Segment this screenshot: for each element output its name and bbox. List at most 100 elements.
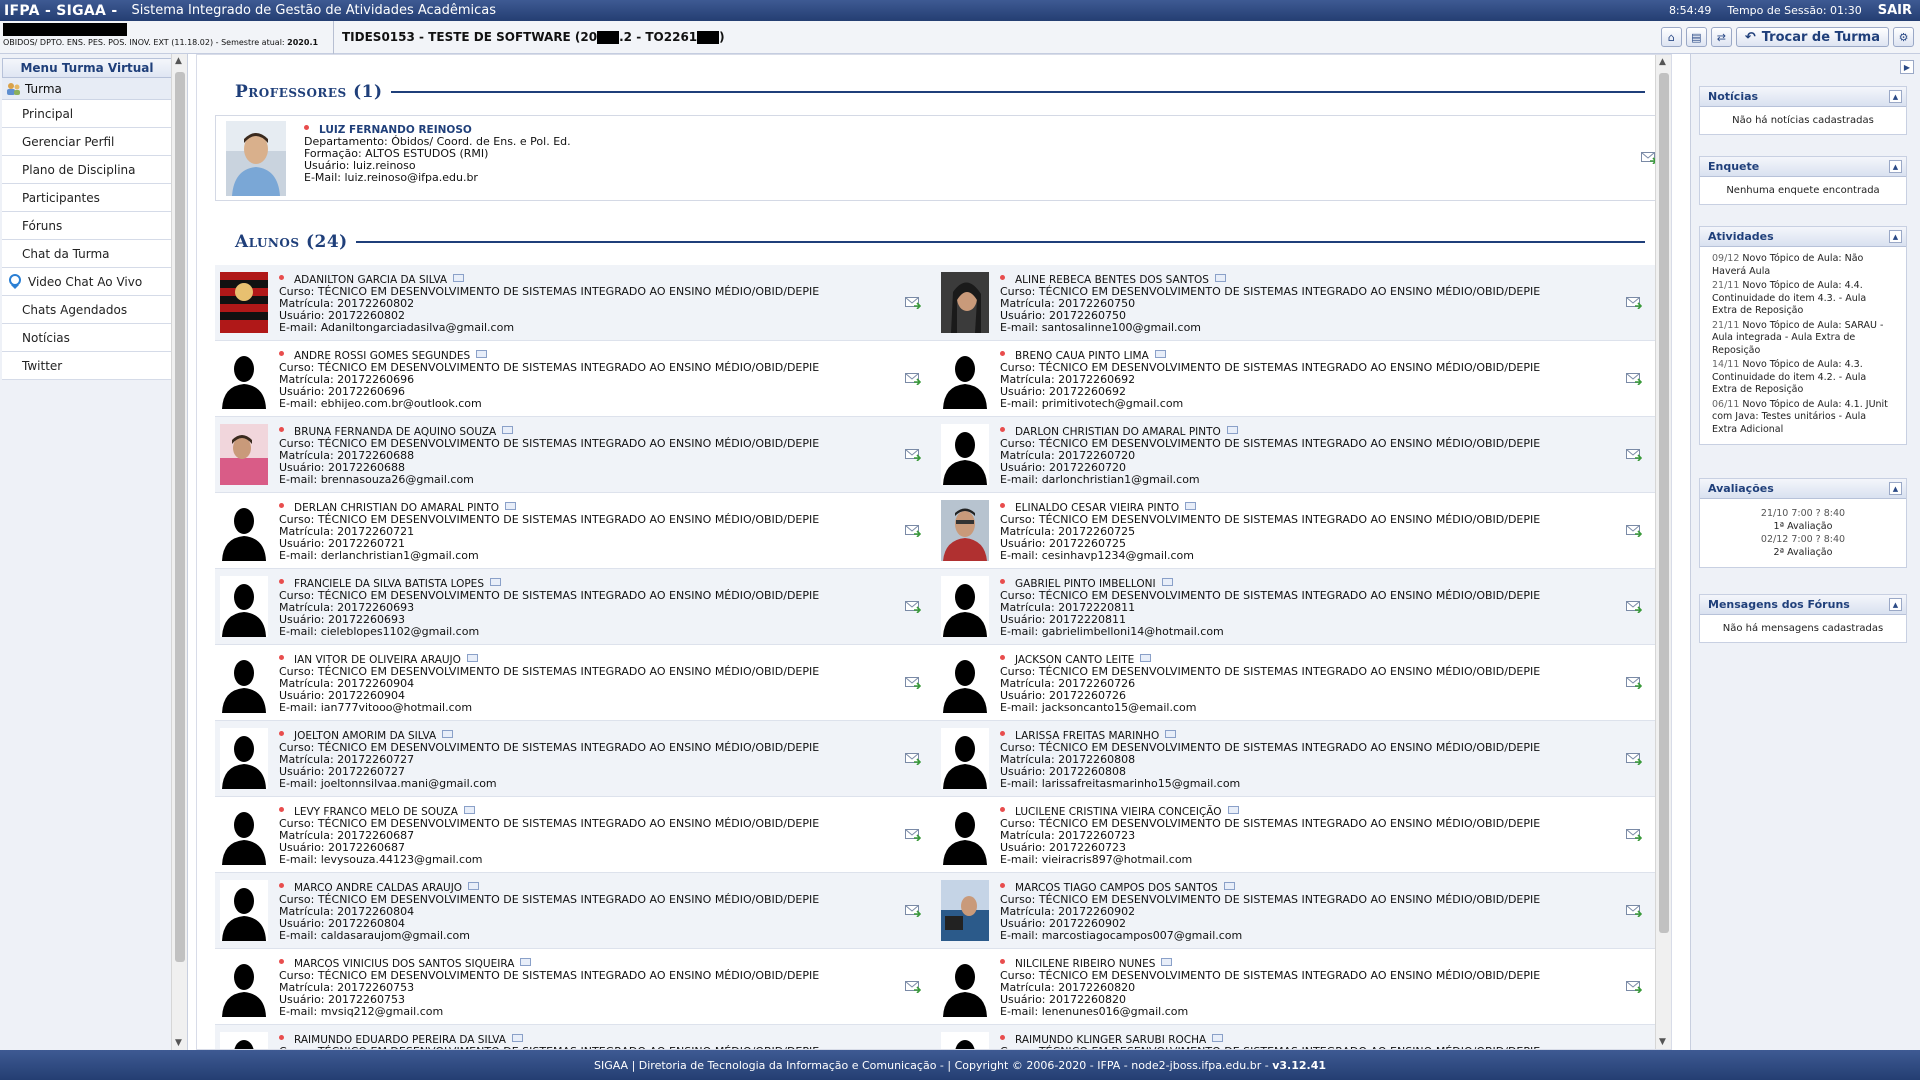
- collapse-icon[interactable]: ▲: [1889, 90, 1902, 103]
- menu-item-chats-agendados[interactable]: Chats Agendados: [2, 296, 172, 324]
- student-info: MARCOS TIAGO CAMPOS DOS SANTOS Curso: TÉC…: [1000, 882, 1600, 942]
- id-card-icon[interactable]: [463, 806, 475, 814]
- student-card: IAN VITOR DE OLIVEIRA ARAUJO Curso: TÉCNI…: [215, 645, 936, 721]
- collapse-icon[interactable]: ▲: [1889, 230, 1902, 243]
- logout-link[interactable]: SAIR: [1878, 3, 1912, 18]
- status-dot: [279, 579, 284, 584]
- scroll-thumb[interactable]: [175, 72, 185, 962]
- send-message-icon[interactable]: [1626, 449, 1642, 461]
- send-message-icon[interactable]: [905, 449, 921, 461]
- collapse-icon[interactable]: ▲: [1889, 598, 1902, 611]
- id-card-icon[interactable]: [1212, 1034, 1224, 1042]
- enquete-box: Enquete ▲ Nenhuma enquete encontrada: [1699, 156, 1907, 205]
- menu-item-participantes[interactable]: Participantes: [2, 184, 172, 212]
- status-dot: [1000, 655, 1005, 660]
- send-message-icon[interactable]: [1626, 829, 1642, 841]
- id-card-icon[interactable]: [1161, 578, 1173, 586]
- status-dot: [1000, 959, 1005, 964]
- send-message-icon[interactable]: [905, 905, 921, 917]
- send-message-icon[interactable]: [905, 981, 921, 993]
- send-message-icon[interactable]: [905, 373, 921, 385]
- send-message-icon[interactable]: [905, 601, 921, 613]
- scroll-up-icon[interactable]: ▲: [1659, 57, 1666, 67]
- send-message-icon[interactable]: [905, 297, 921, 309]
- home-icon[interactable]: ⌂: [1660, 27, 1682, 47]
- status-dot: [279, 655, 284, 660]
- send-message-icon[interactable]: [905, 753, 921, 765]
- activity-item[interactable]: 14/11 Novo Tópico de Aula: 4.3. Continui…: [1712, 359, 1894, 397]
- print-icon[interactable]: ▤: [1685, 27, 1707, 47]
- switch-turma-button[interactable]: ↶ Trocar de Turma: [1735, 27, 1889, 47]
- send-message-icon[interactable]: [1626, 525, 1642, 537]
- id-card-icon[interactable]: [1154, 350, 1166, 358]
- activity-item[interactable]: 21/11 Novo Tópico de Aula: 4.4. Continui…: [1712, 280, 1894, 318]
- id-card-icon[interactable]: [442, 730, 454, 738]
- menu-group-turma[interactable]: Turma: [2, 78, 172, 100]
- menu-item-gerenciar-perfil[interactable]: Gerenciar Perfil: [2, 128, 172, 156]
- send-message-icon[interactable]: [905, 677, 921, 689]
- id-card-icon[interactable]: [504, 502, 516, 510]
- id-card-icon[interactable]: [468, 882, 480, 890]
- send-message-icon[interactable]: [1626, 373, 1642, 385]
- id-card-icon[interactable]: [1223, 882, 1235, 890]
- student-card: FRANCIELE DA SILVA BATISTA LOPES Curso: T…: [215, 569, 936, 645]
- menu-item-noticias[interactable]: Notícias: [2, 324, 172, 352]
- scroll-down-icon[interactable]: ▼: [1659, 1037, 1666, 1047]
- send-message-icon[interactable]: [1626, 677, 1642, 689]
- student-info: LEVY FRANCO MELO DE SOUZA Curso: TÉCNICO …: [279, 806, 879, 866]
- scroll-up-icon[interactable]: ▲: [175, 56, 182, 66]
- menu-item-video-chat[interactable]: Video Chat Ao Vivo: [2, 268, 172, 296]
- collapse-icon[interactable]: ▲: [1889, 482, 1902, 495]
- activity-item[interactable]: 06/11 Novo Tópico de Aula: 4.1. JUnit co…: [1712, 399, 1894, 437]
- id-card-icon[interactable]: [1227, 806, 1239, 814]
- student-photo: [941, 272, 989, 333]
- brand-title[interactable]: IFPA - SIGAA -: [0, 3, 117, 19]
- id-card-icon[interactable]: [1165, 730, 1177, 738]
- status-dot: [279, 731, 284, 736]
- id-card-icon[interactable]: [489, 578, 501, 586]
- menu-item-principal[interactable]: Principal: [2, 100, 172, 128]
- send-message-icon[interactable]: [1626, 753, 1642, 765]
- evaluation-item[interactable]: 02/12 7:00 ? 8:40 2ª Avaliação: [1710, 533, 1896, 559]
- main-scrollbar[interactable]: ▲ ▼: [1655, 55, 1671, 1049]
- session-timer: Tempo de Sessão: 01:30: [1727, 4, 1862, 17]
- turma-title: TIDES0153 - TESTE DE SOFTWARE (20.2 - TO…: [342, 30, 725, 44]
- student-email: E-mail: Adaniltongarciadasilva@gmail.com: [279, 321, 515, 334]
- send-message-icon[interactable]: [1626, 601, 1642, 613]
- id-card-icon[interactable]: [476, 350, 488, 358]
- redacted-block: [597, 31, 620, 44]
- scroll-down-icon[interactable]: ▼: [175, 1038, 182, 1048]
- status-dot: [1000, 503, 1005, 508]
- activity-item[interactable]: 21/11 Novo Tópico de Aula: SARAU - Aula …: [1712, 320, 1894, 358]
- left-menu-scrollbar[interactable]: ▲ ▼: [171, 54, 187, 1050]
- id-card-icon[interactable]: [466, 654, 478, 662]
- switch-icon[interactable]: ⇄: [1710, 27, 1732, 47]
- id-card-icon[interactable]: [1140, 654, 1152, 662]
- id-card-icon[interactable]: [502, 426, 514, 434]
- id-card-icon[interactable]: [1214, 274, 1226, 282]
- scroll-thumb[interactable]: [1659, 73, 1669, 933]
- menu-item-foruns[interactable]: Fóruns: [2, 212, 172, 240]
- id-card-icon[interactable]: [1226, 426, 1238, 434]
- menu-item-plano-disciplina[interactable]: Plano de Disciplina: [2, 156, 172, 184]
- id-card-icon[interactable]: [453, 274, 465, 282]
- gear-icon[interactable]: ⚙: [1893, 27, 1914, 47]
- id-card-icon[interactable]: [511, 1034, 523, 1042]
- id-card-icon[interactable]: [1185, 502, 1197, 510]
- menu-item-twitter[interactable]: Twitter: [2, 352, 172, 380]
- send-message-icon[interactable]: [905, 525, 921, 537]
- collapse-icon[interactable]: ▲: [1889, 160, 1902, 173]
- status-dot: [279, 503, 284, 508]
- collapse-panel-icon[interactable]: ▶: [1900, 60, 1914, 74]
- atividades-header: Atividades ▲: [1700, 227, 1906, 247]
- send-message-icon[interactable]: [1626, 905, 1642, 917]
- id-card-icon[interactable]: [1161, 958, 1173, 966]
- send-message-icon[interactable]: [1626, 297, 1642, 309]
- semester-info: - Semestre atual: 2020.1: [215, 37, 319, 47]
- evaluation-item[interactable]: 21/10 7:00 ? 8:40 1ª Avaliação: [1710, 507, 1896, 533]
- activity-item[interactable]: 09/12 Novo Tópico de Aula: Não Haverá Au…: [1712, 253, 1894, 278]
- send-message-icon[interactable]: [1626, 981, 1642, 993]
- menu-item-chat[interactable]: Chat da Turma: [2, 240, 172, 268]
- send-message-icon[interactable]: [905, 829, 921, 841]
- id-card-icon[interactable]: [520, 958, 532, 966]
